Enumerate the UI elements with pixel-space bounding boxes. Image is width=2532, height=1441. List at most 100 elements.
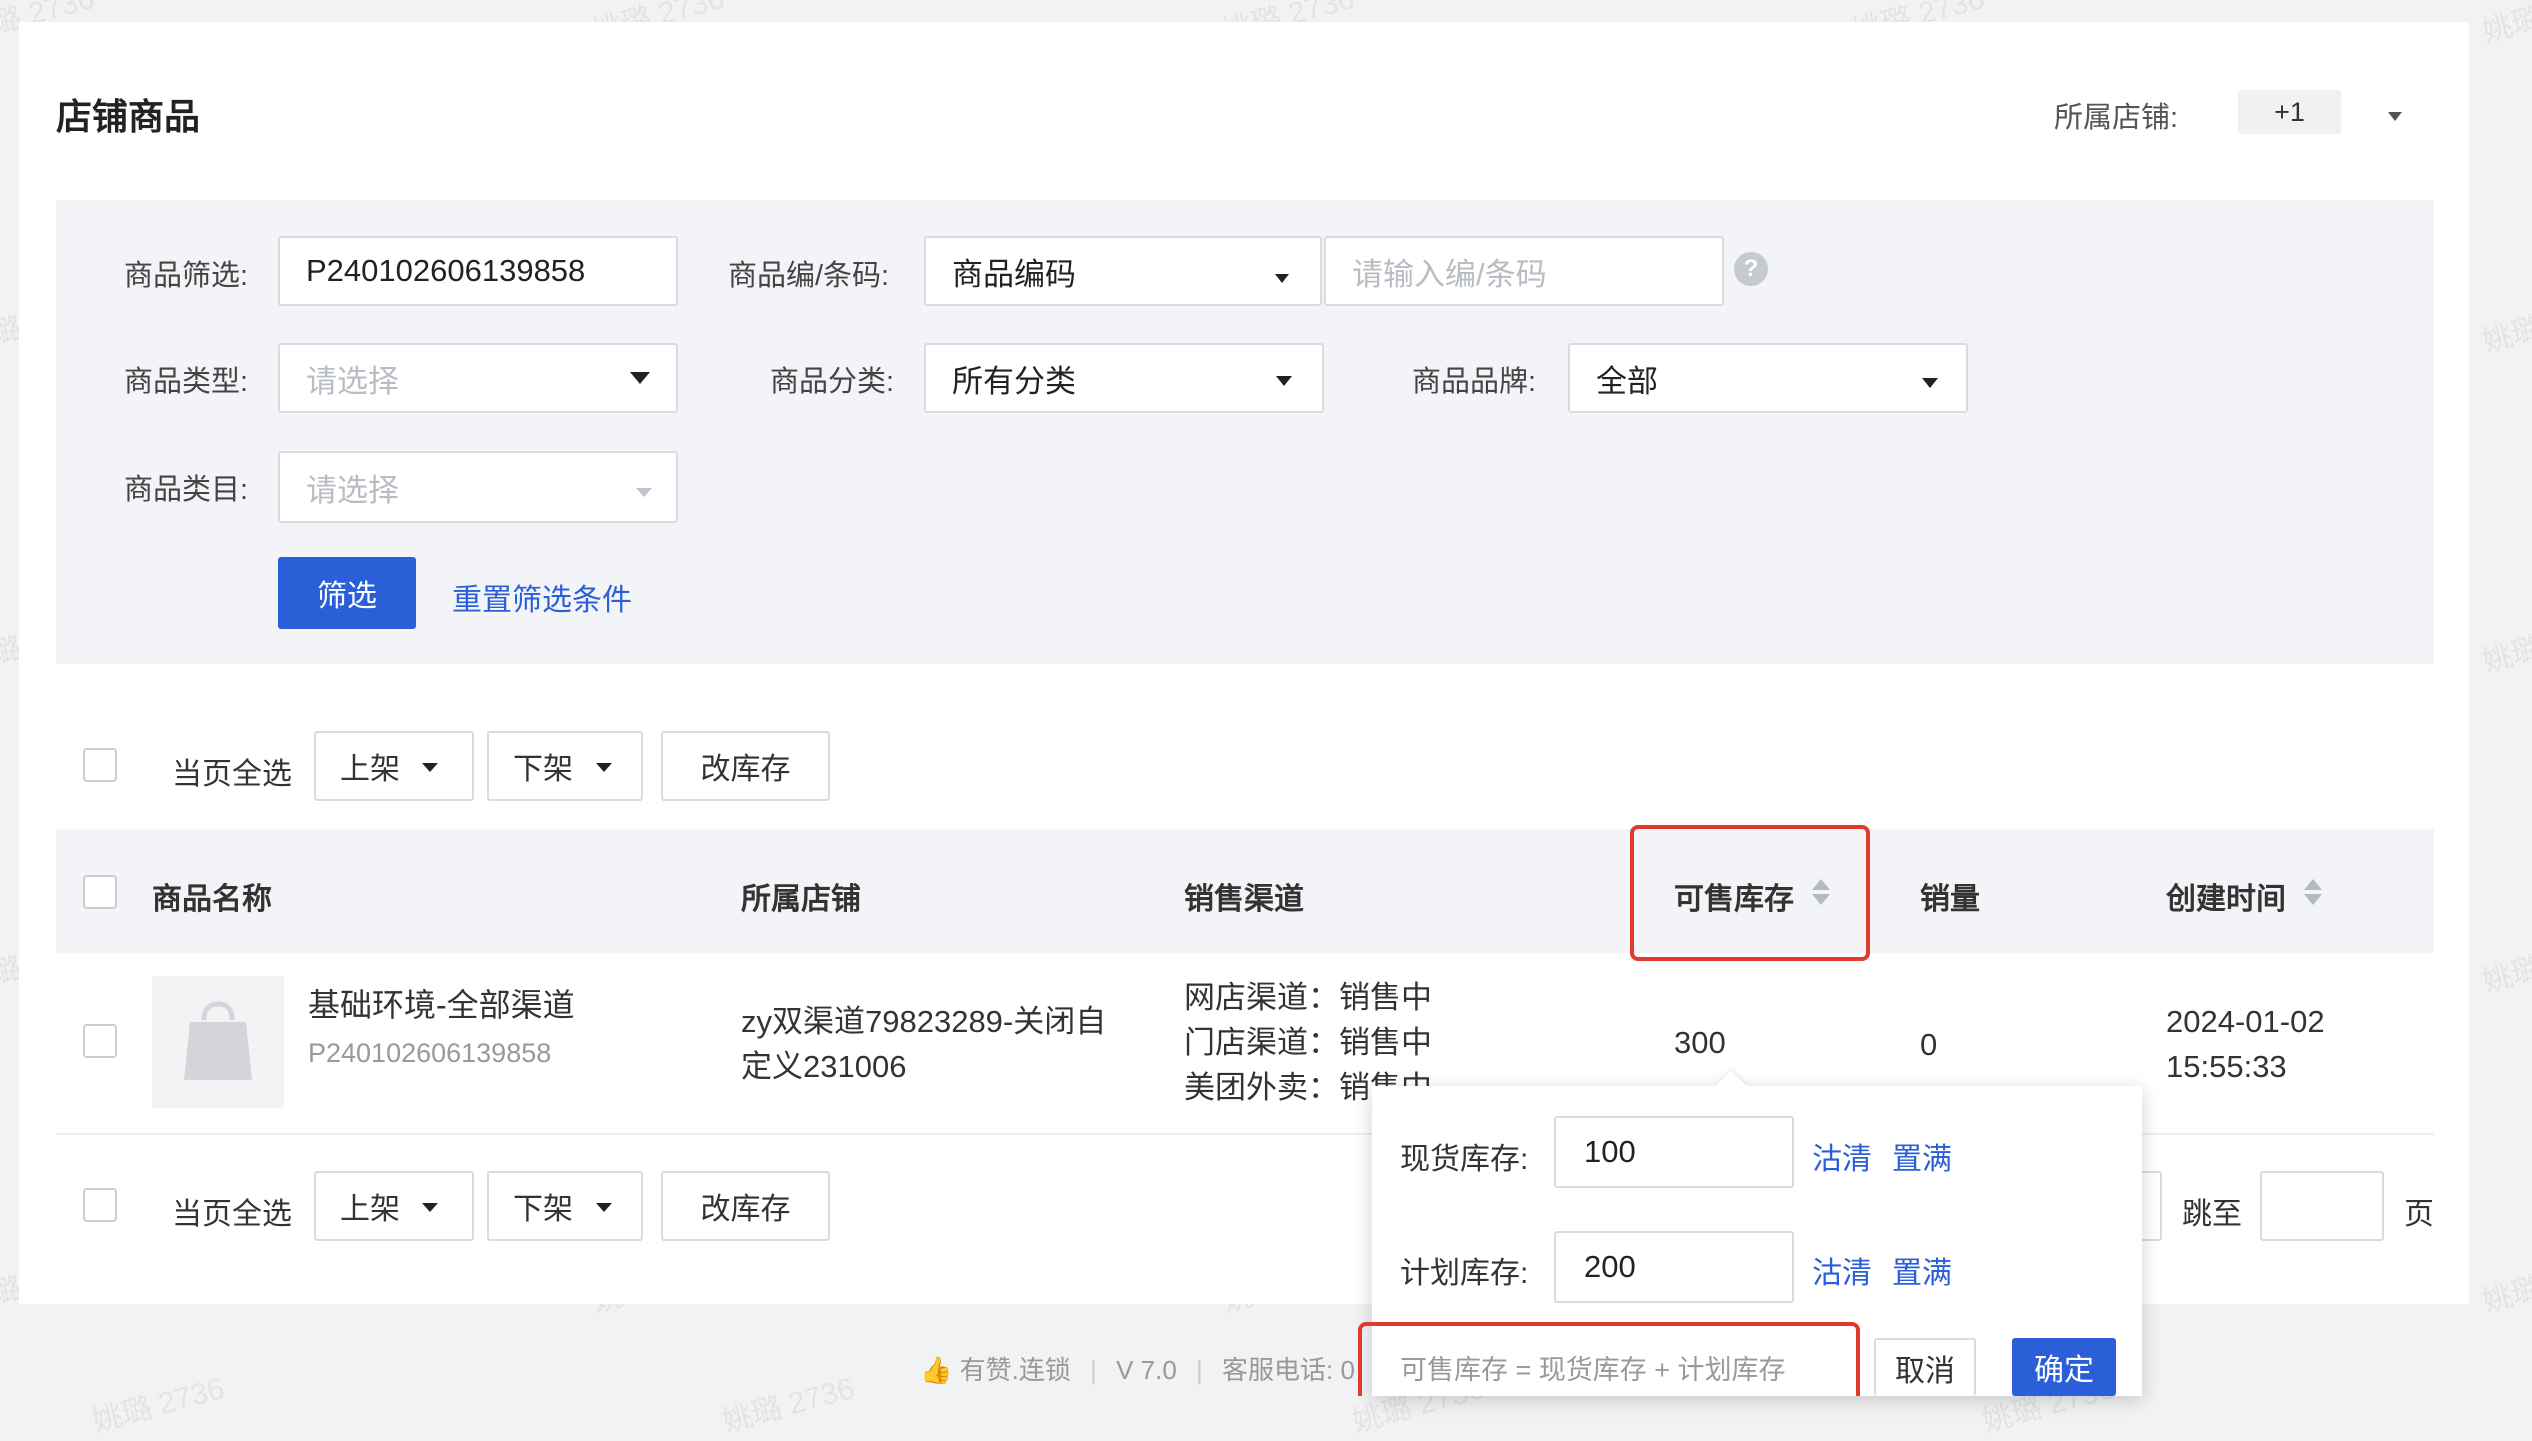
on-shelf-chevron-down-icon[interactable] [422,1203,438,1212]
product-created-date: 2024-01-02 [2166,1004,2325,1039]
on-shelf-button-top[interactable]: 上架 [314,731,474,801]
category-select-value: 所有分类 [952,363,1076,399]
select-all-checkbox-top[interactable] [83,748,117,782]
code-type-value: 商品编码 [952,256,1076,292]
type-filter-label: 商品类型: [124,366,249,398]
product-name[interactable]: 基础环境-全部渠道 [308,982,575,1028]
shopping-bag-icon [184,1001,252,1080]
off-shelf-label: 下架 [513,753,573,786]
category-chevron-down-icon[interactable] [1276,376,1292,386]
edit-stock-button-bottom[interactable]: 改库存 [661,1171,830,1241]
code-filter-label: 商品编/条码: [728,260,890,292]
catalog-select-placeholder: 请选择 [306,472,399,508]
stock-column-highlight [1630,825,1870,961]
watermark-text: 姚璐 2736 [2478,612,2532,679]
shop-selector-label: 所属店铺: [2054,102,2179,134]
plan-stock-input[interactable]: 200 [1554,1231,1794,1303]
confirm-button[interactable]: 确定 [2012,1338,2116,1396]
plan-stock-value: 200 [1584,1249,1636,1284]
code-input-placeholder: 请输入编/条码 [1352,256,1547,292]
help-icon[interactable]: ? [1734,252,1768,286]
off-shelf-button-top[interactable]: 下架 [487,731,643,801]
page-suffix-label: 页 [2404,1198,2434,1231]
on-shelf-chevron-down-icon[interactable] [422,763,438,772]
code-input[interactable]: 请输入编/条码 [1324,236,1724,306]
type-chevron-down-icon[interactable] [630,372,650,384]
product-shop-line1: zy双渠道79823289-关闭自 [741,1004,1107,1039]
channel-status: 网店渠道：销售中 [1184,980,1432,1015]
product-filter-input[interactable]: P240102606139858 [278,236,678,306]
watermark-text: 姚璐 2736 [2478,292,2532,359]
spot-stock-fill-link[interactable]: 置满 [1892,1134,1952,1178]
off-shelf-chevron-down-icon[interactable] [596,1203,612,1212]
cancel-button[interactable]: 取消 [1874,1338,1976,1396]
product-code: P240102606139858 [308,1038,552,1068]
category-select[interactable]: 所有分类 [924,343,1324,413]
product-shop-line2: 定义231006 [741,1049,907,1084]
on-shelf-label: 上架 [340,1193,400,1226]
spot-stock-clear-link[interactable]: 沽清 [1812,1134,1872,1178]
edit-stock-label: 改库存 [700,753,791,786]
spot-stock-value: 100 [1584,1134,1636,1169]
brand-chevron-down-icon[interactable] [1922,378,1938,388]
jump-to-label: 跳至 [2182,1198,2242,1231]
page-title: 店铺商品 [56,96,201,137]
thumbs-up-icon: 👍 [920,1355,953,1385]
watermark-text: 姚璐 2736 [88,1371,228,1439]
watermark-text: 姚璐 2736 [2478,0,2532,49]
edit-stock-button-top[interactable]: 改库存 [661,731,830,801]
product-thumbnail [152,976,284,1108]
footer-separator: | [1090,1355,1097,1385]
plan-stock-clear-link[interactable]: 沽清 [1812,1248,1872,1292]
shop-selector-chevron-down-icon[interactable] [2388,112,2402,121]
select-all-checkbox-bottom[interactable] [83,1188,117,1222]
plan-stock-label: 计划库存: [1400,1257,1529,1290]
off-shelf-chevron-down-icon[interactable] [596,763,612,772]
spot-stock-label: 现货库存: [1400,1143,1529,1176]
watermark-text: 姚璐 2736 [2478,1252,2532,1319]
column-header-channel: 销售渠道 [1184,883,1304,916]
watermark-text: 姚璐 2736 [718,1371,858,1439]
code-type-chevron-down-icon[interactable] [1275,274,1289,283]
plan-stock-fill-link[interactable]: 置满 [1892,1248,1952,1292]
spot-stock-input[interactable]: 100 [1554,1116,1794,1188]
created-sort-icon[interactable] [2304,879,2322,905]
select-all-label-bottom: 当页全选 [172,1198,292,1231]
product-created-time: 15:55:33 [2166,1049,2287,1084]
product-sales-value: 0 [1920,1027,1938,1062]
column-header-name: 商品名称 [152,883,272,916]
brand-select[interactable]: 全部 [1568,343,1968,413]
cancel-label: 取消 [1895,1355,1955,1388]
column-header-sales: 销量 [1920,883,1980,916]
product-filter-label: 商品筛选: [124,260,249,292]
footer-brand: 有赞.连锁 [959,1355,1071,1385]
reset-filter-link[interactable]: 重置筛选条件 [452,575,632,619]
type-select[interactable]: 请选择 [278,343,678,413]
filter-button[interactable]: 筛选 [278,557,416,629]
column-header-created[interactable]: 创建时间 [2166,874,2286,918]
header-select-checkbox[interactable] [83,875,117,909]
catalog-filter-label: 商品类目: [124,474,249,506]
on-shelf-label: 上架 [340,753,400,786]
footer-service-phone: 客服电话: 0 [1222,1355,1355,1385]
off-shelf-button-bottom[interactable]: 下架 [487,1171,643,1241]
type-select-placeholder: 请选择 [306,363,399,399]
footer-separator: | [1196,1355,1203,1385]
catalog-select[interactable]: 请选择 [278,451,678,523]
brand-filter-label: 商品品牌: [1412,366,1537,398]
brand-select-value: 全部 [1596,363,1658,399]
formula-highlight [1358,1322,1860,1396]
on-shelf-button-bottom[interactable]: 上架 [314,1171,474,1241]
shop-selector-tag[interactable]: +1 [2238,90,2341,134]
row-select-checkbox[interactable] [83,1024,117,1058]
column-header-shop: 所属店铺 [741,883,861,916]
footer: 👍 有赞.连锁 | V 7.0 | 客服电话: 0 [920,1350,1355,1387]
off-shelf-label: 下架 [513,1193,573,1226]
footer-version: V 7.0 [1116,1355,1177,1385]
jump-page-input[interactable] [2260,1171,2384,1241]
channel-status: 门店渠道：销售中 [1184,1025,1432,1060]
product-stock-value[interactable]: 300 [1674,1020,1726,1066]
code-type-select[interactable]: 商品编码 [924,236,1322,306]
catalog-chevron-down-icon[interactable] [636,488,652,497]
edit-stock-label: 改库存 [700,1193,791,1226]
